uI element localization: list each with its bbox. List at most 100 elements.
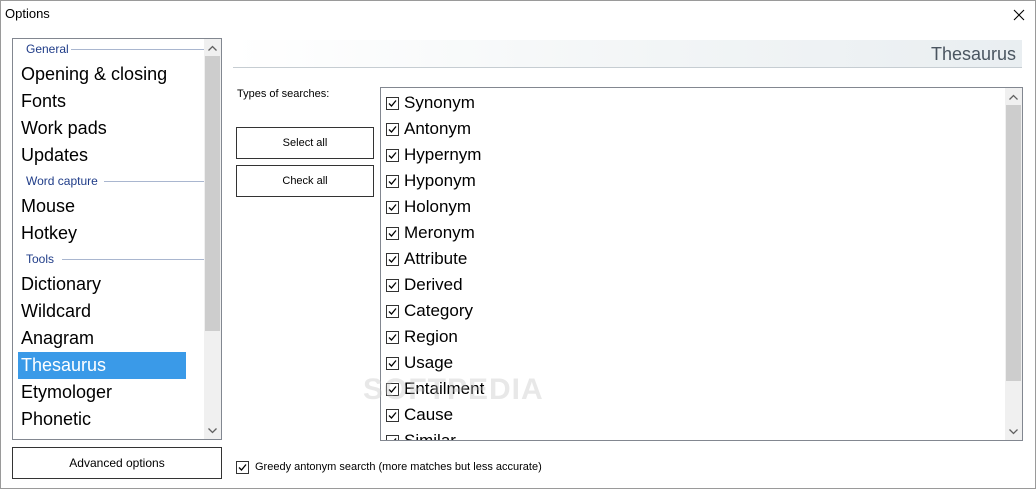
group-header-word-capture: Word capture (26, 173, 205, 189)
checkmark-icon (388, 151, 397, 159)
checkmark-icon (388, 385, 397, 393)
search-type-label: Region (404, 327, 458, 346)
nav-item-wildcard[interactable]: Wildcard (18, 298, 186, 325)
checkmark-icon (388, 177, 397, 185)
checkmark-icon (388, 307, 397, 315)
search-type-meronym[interactable]: Meronym (386, 220, 475, 246)
search-type-label: Similar (404, 431, 456, 441)
scroll-thumb[interactable] (205, 56, 220, 331)
search-type-label: Antonym (404, 119, 472, 138)
scroll-down-button[interactable] (204, 422, 221, 439)
search-type-label: Hypernym (404, 145, 482, 164)
search-type-derived[interactable]: Derived (386, 272, 463, 298)
search-type-label: Meronym (404, 223, 475, 242)
checkbox[interactable] (386, 148, 399, 162)
checkbox[interactable] (386, 434, 399, 440)
nav-item-mouse[interactable]: Mouse (18, 193, 186, 220)
search-type-label: Derived (404, 275, 463, 294)
search-type-category[interactable]: Category (386, 298, 473, 324)
checkmark-icon (393, 437, 397, 440)
scroll-thumb[interactable] (1006, 105, 1021, 381)
page-header: Thesaurus (233, 40, 1022, 68)
search-types-scrollbar[interactable] (1005, 88, 1022, 440)
types-of-searches-label: Types of searches: (237, 88, 330, 100)
group-label: General (26, 42, 69, 56)
nav-item-updates[interactable]: Updates (18, 142, 186, 169)
category-list-items: General Opening & closing Fonts Work pad… (13, 39, 205, 439)
search-type-label: Entailment (404, 379, 485, 398)
search-type-antonym[interactable]: Antonym (386, 116, 471, 142)
checkbox[interactable] (386, 382, 399, 396)
group-label: Tools (26, 252, 55, 266)
checkbox[interactable] (386, 174, 399, 188)
checkbox[interactable] (386, 226, 399, 240)
scroll-up-button[interactable] (1005, 88, 1022, 105)
search-type-holonym[interactable]: Holonym (386, 194, 471, 220)
title-bar: Options (1, 1, 1035, 29)
search-type-hypernym[interactable]: Hypernym (386, 142, 481, 168)
group-header-tools: Tools (26, 251, 205, 267)
search-type-label: Holonym (404, 197, 472, 216)
greedy-antonym-label: Greedy antonym searcth (more matches but… (255, 461, 542, 473)
checkbox[interactable] (386, 278, 399, 292)
checkmark-icon (388, 255, 397, 263)
greedy-antonym-checkbox[interactable] (236, 460, 249, 474)
group-divider (71, 49, 205, 50)
nav-item-etymologer[interactable]: Etymologer (18, 379, 186, 406)
checkmark-icon (388, 229, 397, 237)
checkmark-icon (388, 411, 397, 419)
chevron-up-icon (208, 45, 217, 51)
nav-item-phonetic[interactable]: Phonetic (18, 406, 186, 433)
nav-item-opening-closing[interactable]: Opening & closing (18, 61, 186, 88)
nav-item-work-pads[interactable]: Work pads (18, 115, 186, 142)
search-type-entailment[interactable]: Entailment (386, 376, 484, 402)
search-type-similar[interactable]: Similar (386, 428, 456, 441)
select-all-button[interactable]: Select all (236, 127, 374, 159)
scroll-up-button[interactable] (204, 39, 221, 56)
checkmark-icon (388, 281, 397, 289)
checkmark-icon (388, 203, 397, 211)
window-title: Options (5, 6, 50, 21)
search-type-region[interactable]: Region (386, 324, 458, 350)
search-type-attribute[interactable]: Attribute (386, 246, 467, 272)
page-title: Thesaurus (930, 44, 1016, 64)
checkmark-icon (388, 333, 397, 341)
advanced-options-button[interactable]: Advanced options (12, 447, 222, 479)
nav-item-thesaurus[interactable]: Thesaurus (18, 352, 186, 379)
checkbox[interactable] (386, 330, 399, 344)
chevron-up-icon (1009, 94, 1018, 100)
group-divider (62, 259, 205, 260)
chevron-down-icon (208, 427, 217, 433)
greedy-antonym-option[interactable]: Greedy antonym searcth (more matches but… (236, 459, 542, 475)
group-label: Word capture (26, 174, 98, 188)
group-divider (104, 181, 205, 182)
checkmark-icon (388, 359, 397, 367)
checkbox[interactable] (386, 304, 399, 318)
nav-item-fonts[interactable]: Fonts (18, 88, 186, 115)
search-types-list[interactable]: Synonym Antonym Hypernym Hyponym Holonym… (380, 87, 1023, 441)
search-type-label: Cause (404, 405, 454, 424)
search-type-hyponym[interactable]: Hyponym (386, 168, 476, 194)
search-type-label: Usage (404, 353, 454, 372)
nav-item-anagram[interactable]: Anagram (18, 325, 186, 352)
checkbox[interactable] (386, 96, 399, 110)
checkbox[interactable] (386, 122, 399, 136)
search-type-cause[interactable]: Cause (386, 402, 453, 428)
nav-item-hotkey[interactable]: Hotkey (18, 220, 186, 247)
category-list-scrollbar[interactable] (204, 39, 221, 439)
category-list[interactable]: General Opening & closing Fonts Work pad… (12, 38, 222, 440)
close-icon (1013, 9, 1025, 21)
nav-item-dictionary[interactable]: Dictionary (18, 271, 186, 298)
search-type-synonym[interactable]: Synonym (386, 90, 475, 116)
checkbox[interactable] (386, 252, 399, 266)
close-button[interactable] (1009, 5, 1029, 25)
group-header-general: General (26, 41, 205, 57)
options-window: Options General Opening & closing Fonts … (0, 0, 1036, 489)
search-type-usage[interactable]: Usage (386, 350, 453, 376)
scroll-down-button[interactable] (1005, 423, 1022, 440)
checkbox[interactable] (386, 200, 399, 214)
checkbox[interactable] (386, 356, 399, 370)
checkbox[interactable] (386, 408, 399, 422)
search-type-label: Category (404, 301, 473, 320)
check-all-button[interactable]: Check all (236, 165, 374, 197)
